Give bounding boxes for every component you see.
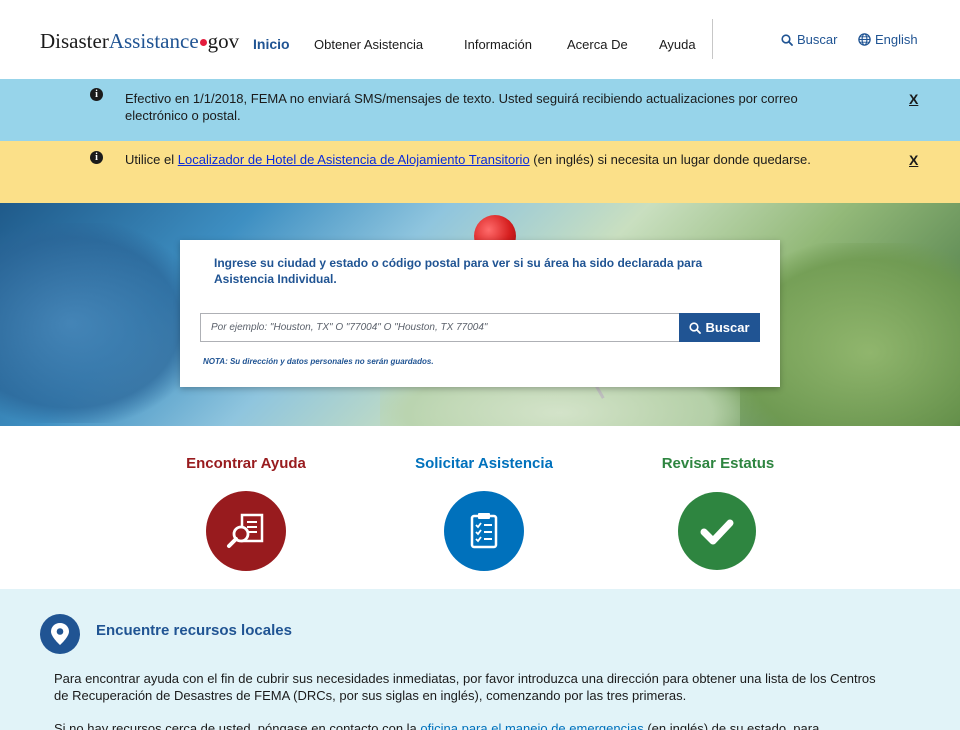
alert-hotel-close-button[interactable]: X bbox=[909, 152, 918, 168]
hero-map-water bbox=[0, 223, 200, 423]
nav-item-acerca-de[interactable]: Acerca De bbox=[567, 37, 628, 52]
nav-item-inicio[interactable]: Inicio bbox=[253, 36, 290, 52]
paragraph-2-text-after: (en inglés) de su estado, para bbox=[643, 721, 820, 730]
alert-hotel-text: Utilice el Localizador de Hotel de Asist… bbox=[125, 151, 845, 168]
nav-item-ayuda[interactable]: Ayuda bbox=[659, 37, 696, 52]
alert-sms-text: Efectivo en 1/1/2018, FEMA no enviará SM… bbox=[125, 91, 798, 123]
globe-icon bbox=[858, 33, 871, 46]
local-resources-title: Encuentre recursos locales bbox=[96, 622, 292, 639]
info-icon: i bbox=[90, 151, 103, 164]
header-search-link[interactable]: Buscar bbox=[781, 32, 837, 47]
action-revisar-estatus[interactable]: Revisar Estatus bbox=[618, 455, 818, 570]
action-encontrar-ayuda-title[interactable]: Encontrar Ayuda bbox=[146, 455, 346, 472]
local-resources-section: Encuentre recursos locales Para encontra… bbox=[0, 589, 960, 730]
alert-hotel-text-after: (en inglés) si necesita un lugar donde q… bbox=[529, 152, 811, 167]
area-search-card: Ingrese su ciudad y estado o código post… bbox=[180, 240, 780, 387]
language-link[interactable]: English bbox=[858, 32, 918, 47]
logo-dot bbox=[199, 38, 207, 46]
site-header: DisasterAssistance gov Inicio Obtener Asi… bbox=[0, 0, 960, 79]
site-logo[interactable]: DisasterAssistance gov bbox=[40, 29, 239, 54]
search-icon bbox=[781, 33, 793, 46]
area-search-input[interactable] bbox=[200, 313, 680, 342]
action-revisar-estatus-title[interactable]: Revisar Estatus bbox=[618, 455, 818, 472]
nav-item-obtener-asistencia[interactable]: Obtener Asistencia bbox=[314, 37, 423, 52]
alert-hotel-locator: i Utilice el Localizador de Hotel de Asi… bbox=[0, 141, 960, 203]
local-resources-paragraph-2: Si no hay recursos cerca de usted, pónga… bbox=[54, 720, 884, 730]
location-pin-icon bbox=[40, 614, 80, 654]
alert-sms-notice: i Efectivo en 1/1/2018, FEMA no enviará … bbox=[0, 79, 960, 141]
paragraph-2-text-before: Si no hay recursos cerca de usted, pónga… bbox=[54, 721, 421, 730]
action-solicitar-asistencia-title[interactable]: Solicitar Asistencia bbox=[384, 455, 584, 472]
clipboard-checklist-icon[interactable] bbox=[444, 491, 524, 571]
logo-part-gov: gov bbox=[207, 29, 240, 53]
nav-divider bbox=[712, 19, 713, 59]
alert-sms-close-button[interactable]: X bbox=[909, 91, 918, 107]
area-search-heading: Ingrese su ciudad y estado o código post… bbox=[214, 256, 703, 286]
area-search-button[interactable]: Buscar bbox=[679, 313, 760, 342]
header-search-label: Buscar bbox=[797, 32, 838, 47]
action-encontrar-ayuda[interactable]: Encontrar Ayuda bbox=[146, 455, 346, 571]
privacy-note: NOTA: Su dirección y datos personales no… bbox=[203, 357, 434, 366]
language-label: English bbox=[875, 32, 918, 47]
checkmark-icon[interactable] bbox=[678, 492, 756, 570]
magnifier-document-icon[interactable] bbox=[206, 491, 286, 571]
logo-part-disaster: Disaster bbox=[40, 29, 109, 53]
action-solicitar-asistencia[interactable]: Solicitar Asistencia bbox=[384, 455, 584, 571]
logo-part-assistance: Assistance bbox=[108, 29, 199, 53]
area-search-button-label: Buscar bbox=[705, 320, 750, 335]
alert-hotel-text-before: Utilice el bbox=[125, 152, 178, 167]
local-resources-paragraph: Para encontrar ayuda con el fin de cubri… bbox=[54, 671, 876, 703]
nav-item-informacion[interactable]: Información bbox=[464, 37, 532, 52]
info-icon: i bbox=[90, 88, 103, 101]
hotel-locator-link[interactable]: Localizador de Hotel de Asistencia de Al… bbox=[178, 152, 530, 167]
emergency-management-link[interactable]: oficina para el manejo de emergencias bbox=[420, 721, 643, 730]
search-icon bbox=[689, 321, 702, 334]
